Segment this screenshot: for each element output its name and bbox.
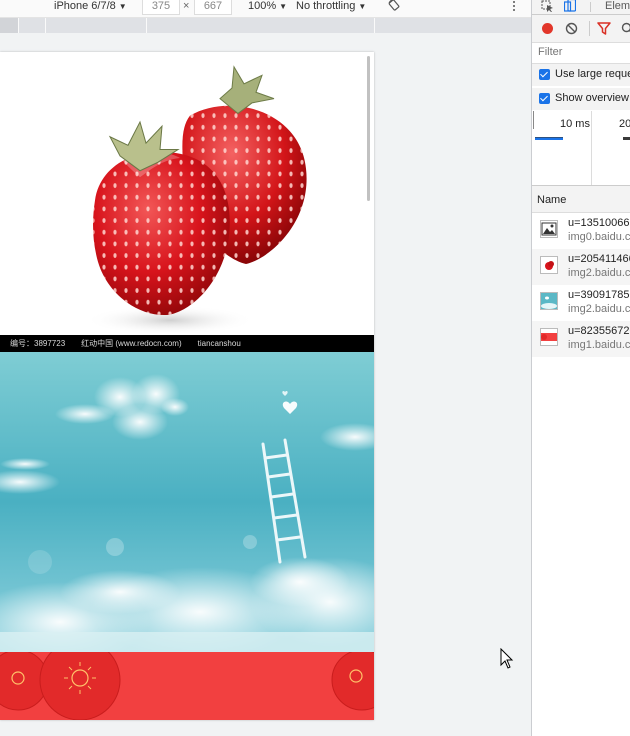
tab-elements[interactable]: Eleme <box>605 0 630 12</box>
option-large-rows[interactable]: Use large reque <box>532 64 630 86</box>
sky-clouds-image <box>0 352 374 652</box>
clear-icon[interactable] <box>565 22 578 35</box>
chevron-down-icon: ▼ <box>358 2 367 11</box>
throttling-select[interactable]: No throttling ▼ <box>296 0 366 14</box>
inspect-element-icon[interactable] <box>541 0 554 12</box>
dimension-times: × <box>183 0 190 12</box>
ruler-divider <box>18 18 19 33</box>
show-overview-label: Show overview <box>555 92 629 104</box>
throttling-label: No throttling <box>296 0 356 12</box>
device-toolbar: iPhone 6/7/8 ▼ 375 × 667 100% ▼ No throttl… <box>0 0 531 18</box>
search-icon[interactable] <box>621 22 630 35</box>
filter-icon[interactable] <box>597 22 611 35</box>
request-name: u=823556720 <box>568 325 630 337</box>
zoom-label: 100% <box>248 0 277 12</box>
filter-bar <box>532 43 630 64</box>
watermark-id: 编号：3897723 <box>10 339 66 348</box>
rotate-icon[interactable] <box>388 0 400 11</box>
overview-gridline <box>591 111 592 185</box>
ruler-divider <box>45 18 46 33</box>
width-input[interactable]: 375 <box>142 0 180 15</box>
image-placeholder-icon <box>540 220 558 238</box>
viewport-scrollbar[interactable] <box>367 56 370 201</box>
request-name: u=205411466 <box>568 253 630 265</box>
ruler-divider <box>374 18 375 33</box>
device-viewport[interactable]: 编号：3897723 红动中国 (www.redocn.com) tiancansh… <box>0 52 374 720</box>
watermark-site: 红动中国 (www.redocn.com) <box>81 339 182 348</box>
network-toolbar <box>532 15 630 43</box>
media-query-ruler <box>0 18 531 33</box>
request-row[interactable]: u=205411466 img2.baidu.co <box>532 249 630 285</box>
mouse-cursor-icon <box>500 648 514 669</box>
image-watermark-bar: 编号：3897723 红动中国 (www.redocn.com) tiancansh… <box>0 335 374 352</box>
ruler-divider <box>146 18 147 33</box>
chevron-down-icon: ▼ <box>279 2 288 11</box>
request-host: img0.baidu.co <box>568 231 630 243</box>
devtools-panel: Eleme Use large reque Show overview 10 m… <box>531 0 630 736</box>
request-host: img2.baidu.co <box>568 303 630 315</box>
request-row[interactable]: u=390917850 img2.baidu.co <box>532 285 630 321</box>
device-select[interactable]: iPhone 6/7/8 ▼ <box>54 0 127 14</box>
overview-tick: 10 ms <box>560 118 590 130</box>
device-select-label: iPhone 6/7/8 <box>54 0 116 12</box>
request-host: img2.baidu.co <box>568 267 630 279</box>
ruler-segment <box>0 18 18 33</box>
request-list-header: Name <box>532 186 630 213</box>
filter-input[interactable] <box>534 45 630 59</box>
record-icon[interactable] <box>542 23 553 34</box>
network-overview[interactable]: 10 ms 20 <box>532 111 630 186</box>
overview-tick: 20 <box>619 118 630 130</box>
request-row[interactable]: u=135100661 img0.baidu.co <box>532 213 630 249</box>
large-rows-checkbox[interactable] <box>539 69 550 80</box>
overview-bar <box>535 137 563 138</box>
red-banner-thumbnail-icon <box>540 328 558 346</box>
request-host: img1.baidu.co <box>568 339 630 351</box>
red-banner-image <box>0 652 374 720</box>
devtools-tab-bar: Eleme <box>532 0 630 15</box>
request-name: u=390917850 <box>568 289 630 301</box>
more-options-icon[interactable] <box>511 0 517 14</box>
show-overview-checkbox[interactable] <box>539 93 550 104</box>
watermark-author: tiancanshou <box>197 339 241 348</box>
request-row[interactable]: u=823556720 img1.baidu.co <box>532 321 630 357</box>
overview-edge <box>533 111 534 129</box>
height-input[interactable]: 667 <box>194 0 232 15</box>
request-name: u=135100661 <box>568 217 630 229</box>
strawberry-image <box>0 52 374 352</box>
tab-divider <box>590 2 591 12</box>
toolbar-divider <box>589 21 590 36</box>
device-toggle-icon[interactable] <box>564 0 576 12</box>
chevron-down-icon: ▼ <box>118 2 127 11</box>
large-rows-label: Use large reque <box>555 68 630 80</box>
zoom-select[interactable]: 100% ▼ <box>248 0 287 14</box>
overview-bar <box>623 137 630 140</box>
column-name[interactable]: Name <box>537 194 566 206</box>
strawberry-thumbnail-icon <box>540 256 558 274</box>
sky-thumbnail-icon <box>540 292 558 310</box>
option-show-overview[interactable]: Show overview <box>532 88 630 110</box>
